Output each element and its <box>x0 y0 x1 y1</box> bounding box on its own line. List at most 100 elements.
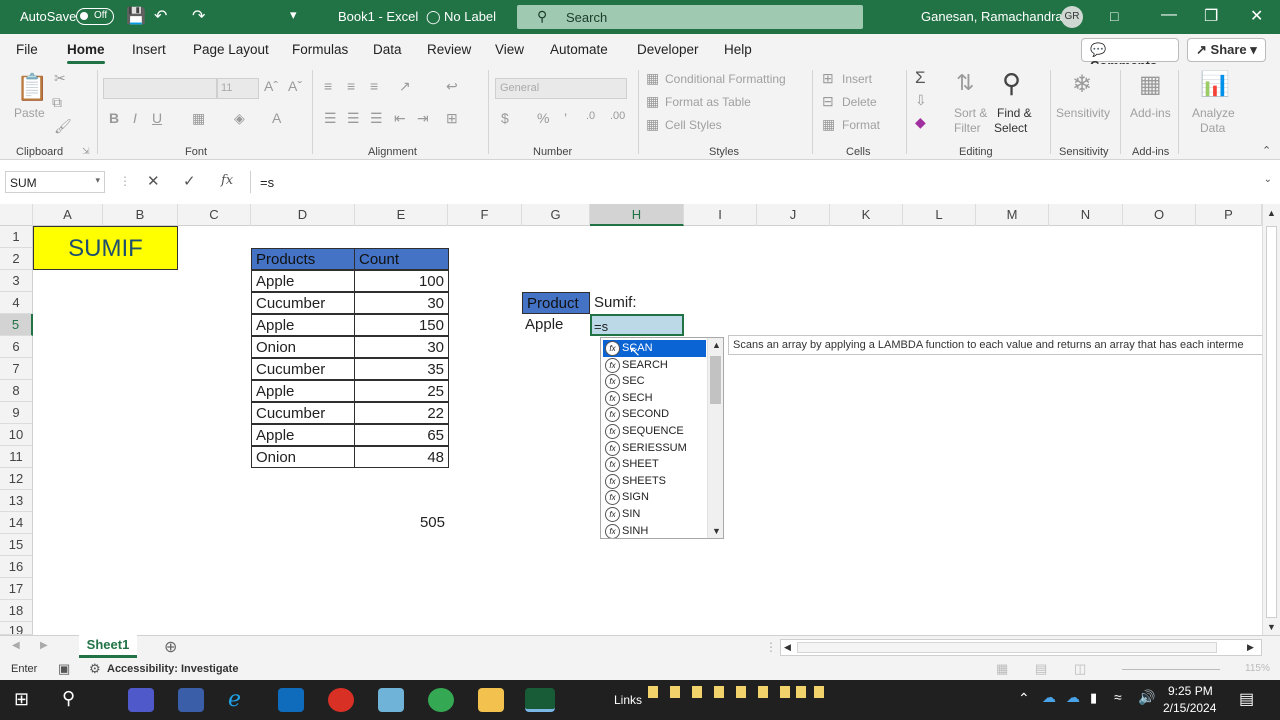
product-label-cell[interactable]: Product <box>522 292 590 314</box>
row-header[interactable]: 14 <box>0 512 33 534</box>
row-header[interactable]: 15 <box>0 534 33 556</box>
ribbon-display-icon[interactable]: □ <box>1110 8 1118 24</box>
align-middle-icon[interactable]: ≡ <box>347 78 355 94</box>
table-cell-product[interactable]: Onion <box>251 446 355 468</box>
font-size-dropdown[interactable]: 11 <box>217 78 259 99</box>
autosum-icon[interactable]: Σ <box>915 68 926 88</box>
chrome-profile-icon[interactable] <box>428 688 454 712</box>
copy-icon[interactable]: ⧉ <box>52 94 62 111</box>
delete-cells-button[interactable]: Delete <box>842 95 877 109</box>
active-cell[interactable]: =s <box>590 314 684 336</box>
table-cell-product[interactable]: Onion <box>251 336 355 358</box>
scroll-up-icon[interactable]: ▲ <box>1267 208 1276 218</box>
volume-icon[interactable]: 🔊 <box>1138 689 1155 706</box>
insert-function-icon[interactable]: fx <box>221 173 233 188</box>
file-explorer-icon[interactable] <box>478 688 504 712</box>
function-autocomplete-list[interactable]: fx SCAN fx SEARCH fx SEC fx SECH fx SECOND fx… <box>600 337 724 539</box>
teams-icon[interactable] <box>128 688 154 712</box>
redo-icon[interactable]: ↷ <box>192 6 205 26</box>
row-header[interactable]: 10 <box>0 424 33 446</box>
increase-font-icon[interactable]: Aˆ <box>264 78 278 94</box>
chrome-icon[interactable] <box>328 688 354 712</box>
tab-formulas[interactable]: Formulas <box>292 42 348 57</box>
autocomplete-scrollbar[interactable]: ▲ ▼ <box>707 338 723 538</box>
table-cell-product[interactable]: Apple <box>251 270 355 292</box>
italic-icon[interactable]: I <box>133 110 137 126</box>
autocomplete-item[interactable]: fx SCAN <box>603 340 706 357</box>
table-cell-count[interactable]: 22 <box>354 402 449 424</box>
column-header[interactable]: J <box>757 204 830 226</box>
table-cell-product[interactable]: Apple <box>251 424 355 446</box>
tab-view[interactable]: View <box>495 42 524 57</box>
splitter-icon[interactable]: ⋮ <box>765 640 777 654</box>
scroll-down-icon[interactable]: ▼ <box>712 526 721 536</box>
autocomplete-item[interactable]: fx SHEET <box>603 456 706 473</box>
add-sheet-icon[interactable]: ⊕ <box>164 637 177 657</box>
collapse-ribbon-icon[interactable]: ⌃ <box>1262 144 1271 157</box>
column-header[interactable]: N <box>1049 204 1123 226</box>
borders-icon[interactable]: ▦ <box>192 110 205 127</box>
row-header[interactable]: 18 <box>0 600 33 622</box>
comma-icon[interactable]: ’ <box>564 110 567 126</box>
autocomplete-item[interactable]: fx SINH <box>603 523 706 538</box>
previous-sheet-icon[interactable]: ◀ <box>12 640 20 651</box>
sticky-note-icon[interactable] <box>714 686 724 698</box>
scroll-left-icon[interactable]: ◀ <box>784 642 791 653</box>
sensitivity-button[interactable]: Sensitivity <box>1056 106 1110 120</box>
tab-review[interactable]: Review <box>427 42 471 57</box>
table-cell-product[interactable]: Cucumber <box>251 292 355 314</box>
number-format-dropdown[interactable]: General <box>495 78 627 99</box>
column-header[interactable]: I <box>684 204 757 226</box>
clock-date[interactable]: 2/15/2024 <box>1163 701 1216 715</box>
notifications-icon[interactable]: ▤ <box>1239 689 1254 709</box>
tab-file[interactable]: File <box>16 42 38 57</box>
close-icon[interactable]: ✕ <box>1250 6 1263 26</box>
align-top-icon[interactable]: ≡ <box>324 78 332 94</box>
sort-label[interactable]: Sort & <box>954 106 987 120</box>
autocomplete-item[interactable]: fx SERIESSUM <box>603 440 706 457</box>
row-header-selected[interactable]: 5 <box>0 314 33 336</box>
column-header-selected[interactable]: H <box>590 204 684 226</box>
table-cell-count[interactable]: 25 <box>354 380 449 402</box>
wrap-text-icon[interactable]: ↩ <box>446 78 458 95</box>
sumif-label-cell[interactable]: Sumif: <box>590 292 684 314</box>
table-cell-count[interactable]: 35 <box>354 358 449 380</box>
column-header[interactable]: G <box>522 204 590 226</box>
decrease-indent-icon[interactable]: ⇤ <box>394 110 406 127</box>
sticky-note-icon[interactable] <box>670 686 680 698</box>
sticky-note-icon[interactable] <box>814 686 824 698</box>
horizontal-scrollbar[interactable]: ◀ ▶ <box>780 639 1262 656</box>
product-value-cell[interactable]: Apple <box>522 314 590 336</box>
underline-icon[interactable]: U <box>152 110 162 126</box>
increase-indent-icon[interactable]: ⇥ <box>417 110 429 127</box>
cancel-icon[interactable]: ✕ <box>147 172 160 190</box>
row-header[interactable]: 8 <box>0 380 33 402</box>
autocomplete-item[interactable]: fx SECH <box>603 390 706 407</box>
restore-icon[interactable]: ❐ <box>1204 6 1218 26</box>
next-sheet-icon[interactable]: ▶ <box>40 640 48 651</box>
row-header[interactable]: 19 <box>0 622 33 635</box>
row-header[interactable]: 2 <box>0 248 33 270</box>
row-header[interactable]: 1 <box>0 226 33 248</box>
excel-taskbar-icon[interactable] <box>525 688 555 712</box>
sticky-note-icon[interactable] <box>736 686 746 698</box>
name-box[interactable]: SUM ▾ <box>5 171 105 193</box>
scroll-thumb[interactable] <box>1266 226 1277 618</box>
autocomplete-item[interactable]: fx SIGN <box>603 489 706 506</box>
bold-icon[interactable]: B <box>109 110 119 126</box>
merge-center-icon[interactable]: ⊞ <box>446 110 458 127</box>
find-label[interactable]: Find & <box>997 106 1032 120</box>
page-break-view-icon[interactable]: ◫ <box>1074 661 1086 677</box>
table-cell-count[interactable]: 48 <box>354 446 449 468</box>
vertical-scrollbar[interactable]: ▲ ▼ <box>1262 204 1280 636</box>
column-header[interactable]: D <box>251 204 355 226</box>
title-cell[interactable]: SUMIF <box>33 226 178 270</box>
column-header[interactable]: L <box>903 204 976 226</box>
normal-view-icon[interactable]: ▦ <box>996 661 1008 677</box>
insert-cells-button[interactable]: Insert <box>842 72 872 86</box>
paste-icon[interactable]: 📋 <box>16 72 48 103</box>
table-cell-product[interactable]: Cucumber <box>251 358 355 380</box>
format-painter-icon[interactable]: 🖌 <box>54 118 72 135</box>
cut-icon[interactable]: ✂ <box>54 70 66 87</box>
autosave-toggle[interactable]: Off <box>76 8 114 25</box>
